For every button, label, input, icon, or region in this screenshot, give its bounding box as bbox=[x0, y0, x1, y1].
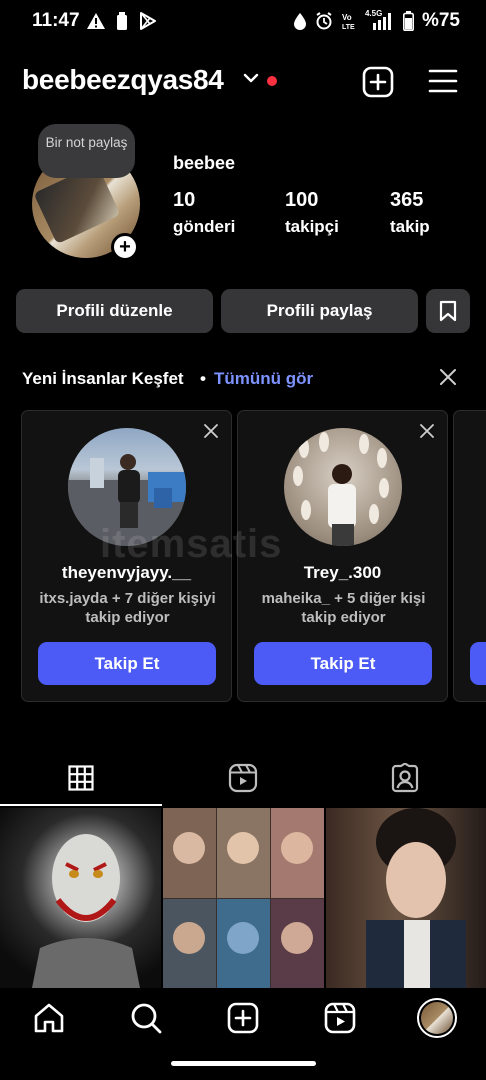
stat-label: gönderi bbox=[173, 217, 236, 236]
post-grid bbox=[0, 808, 486, 988]
discover-title: Yeni İnsanlar Keşfet bbox=[22, 369, 184, 388]
tagged-icon bbox=[391, 763, 419, 793]
close-icon[interactable] bbox=[439, 368, 457, 386]
stat-label: takip bbox=[390, 217, 430, 236]
active-tab-indicator bbox=[0, 804, 162, 806]
dismiss-icon[interactable] bbox=[203, 423, 219, 439]
svg-text:LTE: LTE bbox=[342, 24, 355, 31]
edit-profile-button[interactable]: Profili düzenle bbox=[16, 289, 213, 333]
battery-icon bbox=[402, 11, 414, 31]
suggestion-card-partial[interactable] bbox=[453, 410, 486, 702]
grid-icon bbox=[68, 765, 94, 791]
follow-button-partial[interactable] bbox=[470, 642, 486, 685]
reels-icon bbox=[228, 763, 258, 793]
bottom-nav bbox=[0, 988, 486, 1050]
bookmark-icon bbox=[439, 300, 457, 322]
tab-tagged[interactable] bbox=[324, 750, 486, 806]
add-story-icon[interactable]: + bbox=[111, 233, 139, 261]
stat-value: 365 bbox=[390, 189, 424, 211]
suggestion-mutuals: itxs.jayda + 7 diğer kişiyi takip ediyor bbox=[39, 590, 216, 626]
account-switcher-username[interactable]: beebeezqyas84 bbox=[22, 64, 224, 96]
stat-value: 100 bbox=[285, 189, 319, 211]
see-all-link[interactable]: Tümünü gör bbox=[214, 369, 313, 389]
suggestion-avatar[interactable] bbox=[284, 428, 402, 546]
signal-icon: 4.5G bbox=[365, 9, 395, 31]
create-post-icon[interactable] bbox=[362, 66, 394, 98]
svg-text:Vo: Vo bbox=[342, 13, 352, 22]
profile-header: beebeezqyas84 bbox=[0, 60, 486, 104]
stat-label: takipçi bbox=[285, 217, 339, 236]
avatar bbox=[421, 1002, 453, 1034]
stat-value: 10 bbox=[173, 189, 196, 211]
display-name: beebee bbox=[173, 153, 236, 173]
warning-icon bbox=[87, 13, 105, 29]
stat-following[interactable]: 365 takip bbox=[390, 189, 430, 237]
tab-posts[interactable] bbox=[0, 750, 162, 806]
note-bubble[interactable]: Bir not paylaş bbox=[38, 124, 135, 178]
post-thumbnail[interactable] bbox=[0, 808, 161, 988]
volte-icon: Vo LTE bbox=[342, 13, 355, 31]
search-icon[interactable] bbox=[130, 1002, 162, 1034]
share-profile-button[interactable]: Profili paylaş bbox=[221, 289, 418, 333]
stat-followers[interactable]: 100 takipçi bbox=[285, 189, 339, 237]
profile-nav-avatar[interactable] bbox=[417, 998, 457, 1038]
discover-separator: • bbox=[200, 369, 206, 388]
status-time: 11:47 bbox=[32, 10, 80, 31]
reels-nav-icon[interactable] bbox=[324, 1002, 356, 1034]
tab-reels[interactable] bbox=[162, 750, 324, 806]
play-store-icon bbox=[140, 12, 156, 30]
chevron-down-icon[interactable] bbox=[243, 72, 259, 84]
follow-button[interactable]: Takip Et bbox=[38, 642, 216, 685]
battery-percent: %75 bbox=[421, 10, 460, 31]
alarm-icon bbox=[316, 12, 332, 30]
post-thumbnail[interactable] bbox=[326, 808, 486, 988]
follow-button[interactable]: Takip Et bbox=[254, 642, 432, 685]
status-bar: 11:47 Vo LTE 4.5G %75 bbox=[0, 0, 486, 44]
stat-posts[interactable]: 10 gönderi bbox=[173, 189, 235, 237]
saved-button[interactable] bbox=[426, 289, 470, 333]
home-icon[interactable] bbox=[33, 1002, 65, 1034]
menu-icon[interactable] bbox=[428, 68, 458, 94]
watermark: itemsatis bbox=[100, 522, 283, 566]
create-icon[interactable] bbox=[227, 1002, 259, 1034]
post-thumbnail[interactable] bbox=[163, 808, 324, 988]
data-saver-icon bbox=[293, 13, 306, 30]
dismiss-icon[interactable] bbox=[419, 423, 435, 439]
profile-tabs bbox=[0, 750, 486, 806]
suggestion-mutuals: maheika_ + 5 diğer kişi takip ediyor bbox=[261, 590, 426, 626]
gesture-bar[interactable] bbox=[171, 1061, 316, 1066]
battery-saver-icon bbox=[117, 12, 127, 30]
notification-dot bbox=[267, 76, 277, 86]
